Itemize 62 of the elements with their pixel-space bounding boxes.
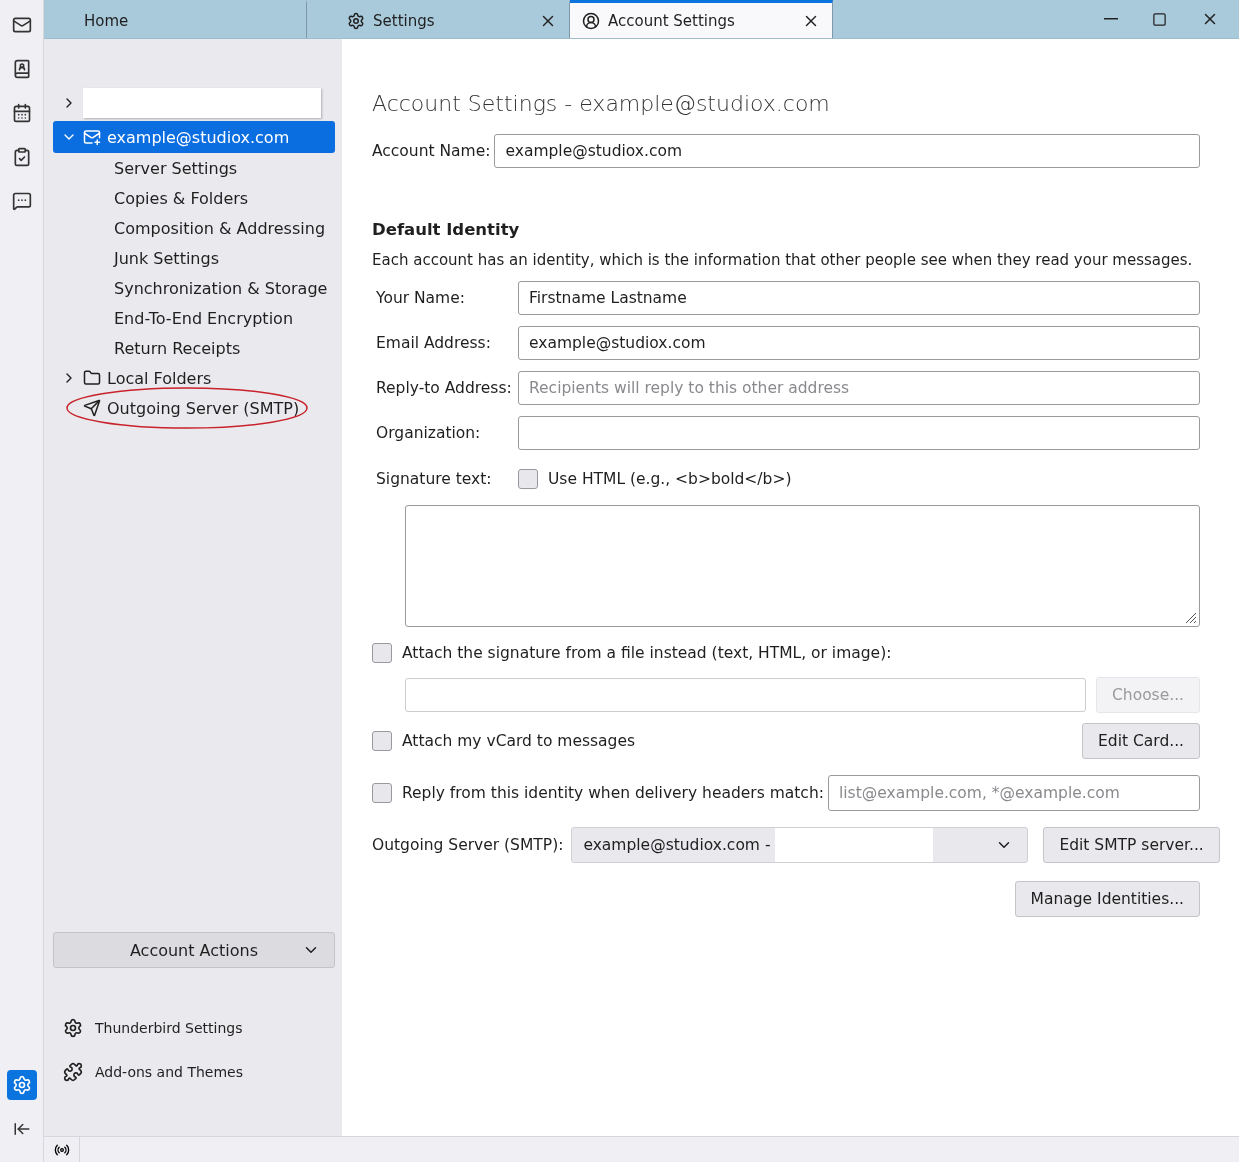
maximize-button[interactable] xyxy=(1152,11,1167,27)
input-field[interactable]: list@example.com, *@example.com xyxy=(827,775,1200,811)
checkbox-label: Attach my vCard to messages xyxy=(402,732,636,750)
settings-tree-item[interactable]: Composition & Addressing xyxy=(53,213,335,243)
settings-space-button[interactable] xyxy=(6,1070,37,1100)
checkbox-label: Attach the signature from a file instead (text, HTML, or image): xyxy=(402,644,892,662)
checkbox[interactable] xyxy=(372,783,392,803)
tab[interactable]: Home xyxy=(44,0,307,38)
settings-tree-item[interactable]: Copies & Folders xyxy=(53,183,335,213)
file-path-field[interactable] xyxy=(405,678,1086,712)
puzzle-icon[interactable] xyxy=(63,1062,83,1082)
field-label: Reply-to Address: xyxy=(375,379,513,397)
input-field[interactable] xyxy=(518,416,1200,450)
account-tree-item[interactable]: Outgoing Server (SMTP) xyxy=(53,393,335,423)
account-icon xyxy=(582,11,600,30)
field-label: Outgoing Server (SMTP): xyxy=(372,836,564,854)
settings-tree-item[interactable]: Synchronization & Storage xyxy=(53,273,335,303)
checkbox[interactable] xyxy=(372,643,392,663)
send-icon xyxy=(83,399,101,417)
folder-icon xyxy=(83,369,101,387)
page-title: Account Settings - example@studiox.com xyxy=(372,91,831,116)
settings-tree-item[interactable]: Server Settings xyxy=(53,153,335,183)
resize-grip-icon[interactable] xyxy=(1183,610,1197,624)
account-actions-button[interactable]: Account Actions xyxy=(53,932,335,968)
smtp-server-dropdown[interactable]: example@studiox.com - xyxy=(571,827,1029,863)
input-field[interactable]: example@studiox.com xyxy=(518,326,1200,360)
checkbox[interactable] xyxy=(372,731,392,751)
maximize-icon xyxy=(1152,11,1167,27)
field-label: Account Name: xyxy=(372,142,491,160)
field-label: Your Name: xyxy=(375,289,466,307)
settings-icon xyxy=(11,1075,32,1095)
account-tree-item[interactable]: Local Folders xyxy=(53,363,335,393)
manage-identities-button[interactable]: Manage Identities... xyxy=(1014,881,1200,917)
checkbox-label: Reply from this identity when delivery headers match: xyxy=(402,784,824,802)
field-label: Email Address: xyxy=(375,334,492,352)
tab[interactable]: Account Settings xyxy=(570,0,833,38)
mail-icon xyxy=(11,15,32,35)
edit-card-button[interactable]: Edit Card... xyxy=(1082,723,1200,759)
settings-tree-item[interactable]: Junk Settings xyxy=(53,243,335,273)
minimize-icon xyxy=(1104,18,1118,20)
settings-icon xyxy=(347,11,365,30)
checkbox-label: Use HTML (e.g., <b>bold</b>) xyxy=(548,470,792,488)
settings-tree-item[interactable]: End-To-End Encryption xyxy=(53,303,335,333)
section-heading: Default Identity xyxy=(372,220,521,239)
sidebar-link[interactable]: Add-ons and Themes xyxy=(95,1064,243,1080)
settings-icon[interactable] xyxy=(63,1018,83,1038)
account-name-field[interactable]: example@studiox.com xyxy=(494,134,1200,168)
field-label: Organization: xyxy=(375,424,482,442)
input-field[interactable]: Recipients will reply to this other address xyxy=(518,371,1200,405)
sidebar-link[interactable]: Thunderbird Settings xyxy=(95,1020,243,1036)
collapse-icon xyxy=(12,1120,31,1138)
section-description: Each account has an identity, which is the information that other people see when they read your messages. xyxy=(372,251,1194,269)
account-tree-item[interactable]: example@studiox.com xyxy=(53,121,335,153)
checkbox[interactable] xyxy=(518,469,538,489)
chat-icon xyxy=(11,191,32,211)
input-field[interactable]: Firstname Lastname xyxy=(518,281,1200,315)
settings-tree-item[interactable]: Return Receipts xyxy=(53,333,335,363)
minimize-button[interactable] xyxy=(1104,18,1118,20)
edit-smtp-button[interactable]: Edit SMTP server... xyxy=(1043,827,1220,863)
field-label: Signature text: xyxy=(375,470,493,488)
mail-account-icon xyxy=(83,128,101,146)
calendar-icon xyxy=(11,103,32,123)
